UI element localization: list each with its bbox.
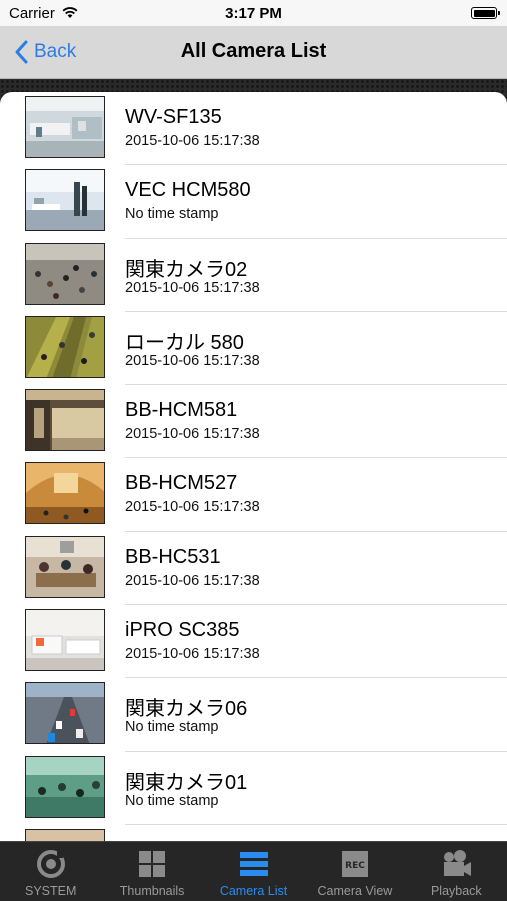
camera-timestamp: No time stamp: [125, 719, 219, 736]
camera-name: BB-HCM527: [125, 472, 238, 495]
camera-name: VEC HCM580: [125, 179, 251, 202]
tab-label: Thumbnails: [119, 884, 185, 898]
camera-thumbnail: [25, 315, 105, 378]
camera-timestamp: 2015-10-06 15:17:38: [125, 572, 260, 589]
tab-bar: SYSTEM Thumbnails Camera List REC Camera Vie…: [0, 841, 507, 901]
camera-name: WV-SF135: [125, 106, 222, 128]
thumbnails-icon: [139, 851, 166, 877]
camera-row[interactable]: WV-SF135 2015-10-06 15:17:38: [0, 92, 507, 166]
camera-thumbnail: [25, 755, 105, 818]
navigation-bar: Back All Camera List: [0, 26, 507, 79]
tab-label: SYSTEM: [25, 884, 77, 898]
camera-timestamp: 2015-10-06 15:17:38: [125, 646, 260, 663]
camera-name: 関東カメラ06: [125, 698, 248, 721]
camera-view-icon: REC: [341, 851, 368, 877]
tab-label: Playback: [430, 884, 482, 898]
camera-row[interactable]: iPRO SC385 2015-10-06 15:17:38: [0, 605, 507, 679]
camera-row-partial[interactable]: [0, 825, 507, 841]
clock: 3:17 PM: [225, 5, 282, 22]
camera-timestamp: 2015-10-06 15:17:38: [125, 352, 260, 369]
camera-row[interactable]: 関東カメラ01 No time stamp: [0, 752, 507, 825]
camera-row[interactable]: BB-HCM527 2015-10-06 15:17:38: [0, 458, 507, 532]
camera-name: ローカル 580: [125, 331, 244, 354]
camera-thumbnail: [25, 609, 105, 672]
tab-label: Camera View: [317, 884, 393, 898]
camera-thumbnail: [25, 242, 105, 305]
camera-thumbnail: [25, 169, 105, 232]
camera-timestamp: No time stamp: [125, 792, 219, 809]
camera-row[interactable]: VEC HCM580 No time stamp: [0, 165, 507, 239]
camera-thumbnail: [25, 535, 105, 598]
camera-name: BB-HC531: [125, 545, 221, 568]
battery-icon: [471, 7, 500, 19]
camera-name: BB-HCM581: [125, 399, 238, 422]
camera-timestamp: 2015-10-06 15:17:38: [125, 133, 260, 149]
camera-thumbnail: [25, 828, 105, 841]
camera-row[interactable]: ローカル 580 2015-10-06 15:17:38: [0, 312, 507, 386]
camera-list[interactable]: WV-SF135 2015-10-06 15:17:38 VEC HCM580 No …: [0, 92, 507, 841]
camera-row[interactable]: BB-HCM581 2015-10-06 15:17:38: [0, 385, 507, 459]
camera-row[interactable]: BB-HC531 2015-10-06 15:17:38: [0, 532, 507, 606]
playback-icon: [444, 850, 472, 876]
camera-name: 関東カメラ01: [125, 771, 248, 794]
tab-playback[interactable]: Playback: [406, 842, 507, 901]
camera-thumbnail: [25, 462, 105, 525]
camera-thumbnail: [25, 682, 105, 745]
camera-row[interactable]: 関東カメラ02 2015-10-06 15:17:38: [0, 239, 507, 312]
camera-timestamp: 2015-10-06 15:17:38: [125, 279, 260, 296]
camera-thumbnail: [25, 96, 105, 158]
camera-timestamp: 2015-10-06 15:17:38: [125, 499, 260, 516]
camera-timestamp: No time stamp: [125, 206, 219, 223]
tab-camera-view[interactable]: REC Camera View: [304, 842, 405, 901]
camera-list-icon: [239, 852, 268, 876]
camera-timestamp: 2015-10-06 15:17:38: [125, 426, 260, 443]
status-bar: Carrier 3:17 PM: [0, 0, 507, 26]
tab-system[interactable]: SYSTEM: [0, 842, 101, 901]
tab-camera-list[interactable]: Camera List: [203, 842, 304, 901]
camera-name: iPRO SC385: [125, 619, 240, 642]
camera-thumbnail: [25, 389, 105, 452]
camera-name: 関東カメラ02: [125, 258, 248, 281]
page-title: All Camera List: [180, 40, 327, 62]
tab-thumbnails[interactable]: Thumbnails: [101, 842, 202, 901]
tab-label: Camera List: [219, 884, 288, 898]
system-icon: [36, 850, 65, 878]
camera-row[interactable]: 関東カメラ06 No time stamp: [0, 678, 507, 752]
svg-text:REC: REC: [345, 861, 365, 871]
